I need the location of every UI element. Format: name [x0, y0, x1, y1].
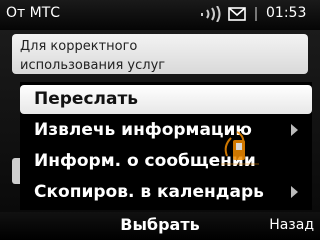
message-line: использования услуг: [20, 58, 166, 73]
status-bar: От МТС 01:53: [0, 0, 320, 30]
menu-item-forward[interactable]: Переслать: [20, 85, 312, 114]
message-text: Для корректного использования услуг: [20, 37, 300, 74]
softkey-bar: Выбрать Назад: [0, 212, 320, 240]
back-softkey[interactable]: Назад: [269, 217, 314, 233]
status-divider: [255, 7, 257, 21]
menu-item-extract-info[interactable]: Извлечь информацию: [20, 116, 312, 145]
submenu-arrow-icon: [291, 186, 298, 198]
options-menu: Переслать Извлечь информацию Информ. о с…: [20, 82, 312, 210]
sender-name: От МТС: [6, 5, 61, 21]
signal-icon: [201, 6, 221, 22]
envelope-icon: [228, 7, 246, 21]
clock: 01:53: [266, 5, 307, 21]
message-bubble[interactable]: Для корректного использования услуг: [12, 34, 308, 74]
message-line: Для корректного: [20, 39, 138, 54]
menu-item-copy-to-calendar[interactable]: Скопиров. в календарь: [20, 178, 312, 207]
submenu-arrow-icon: [291, 124, 298, 136]
menu-item-label: Скопиров. в календарь: [34, 182, 264, 202]
menu-item-label: Переслать: [34, 89, 139, 109]
menu-item-message-info[interactable]: Информ. о сообщении: [20, 147, 312, 176]
watermark-logo-icon: [221, 131, 259, 165]
